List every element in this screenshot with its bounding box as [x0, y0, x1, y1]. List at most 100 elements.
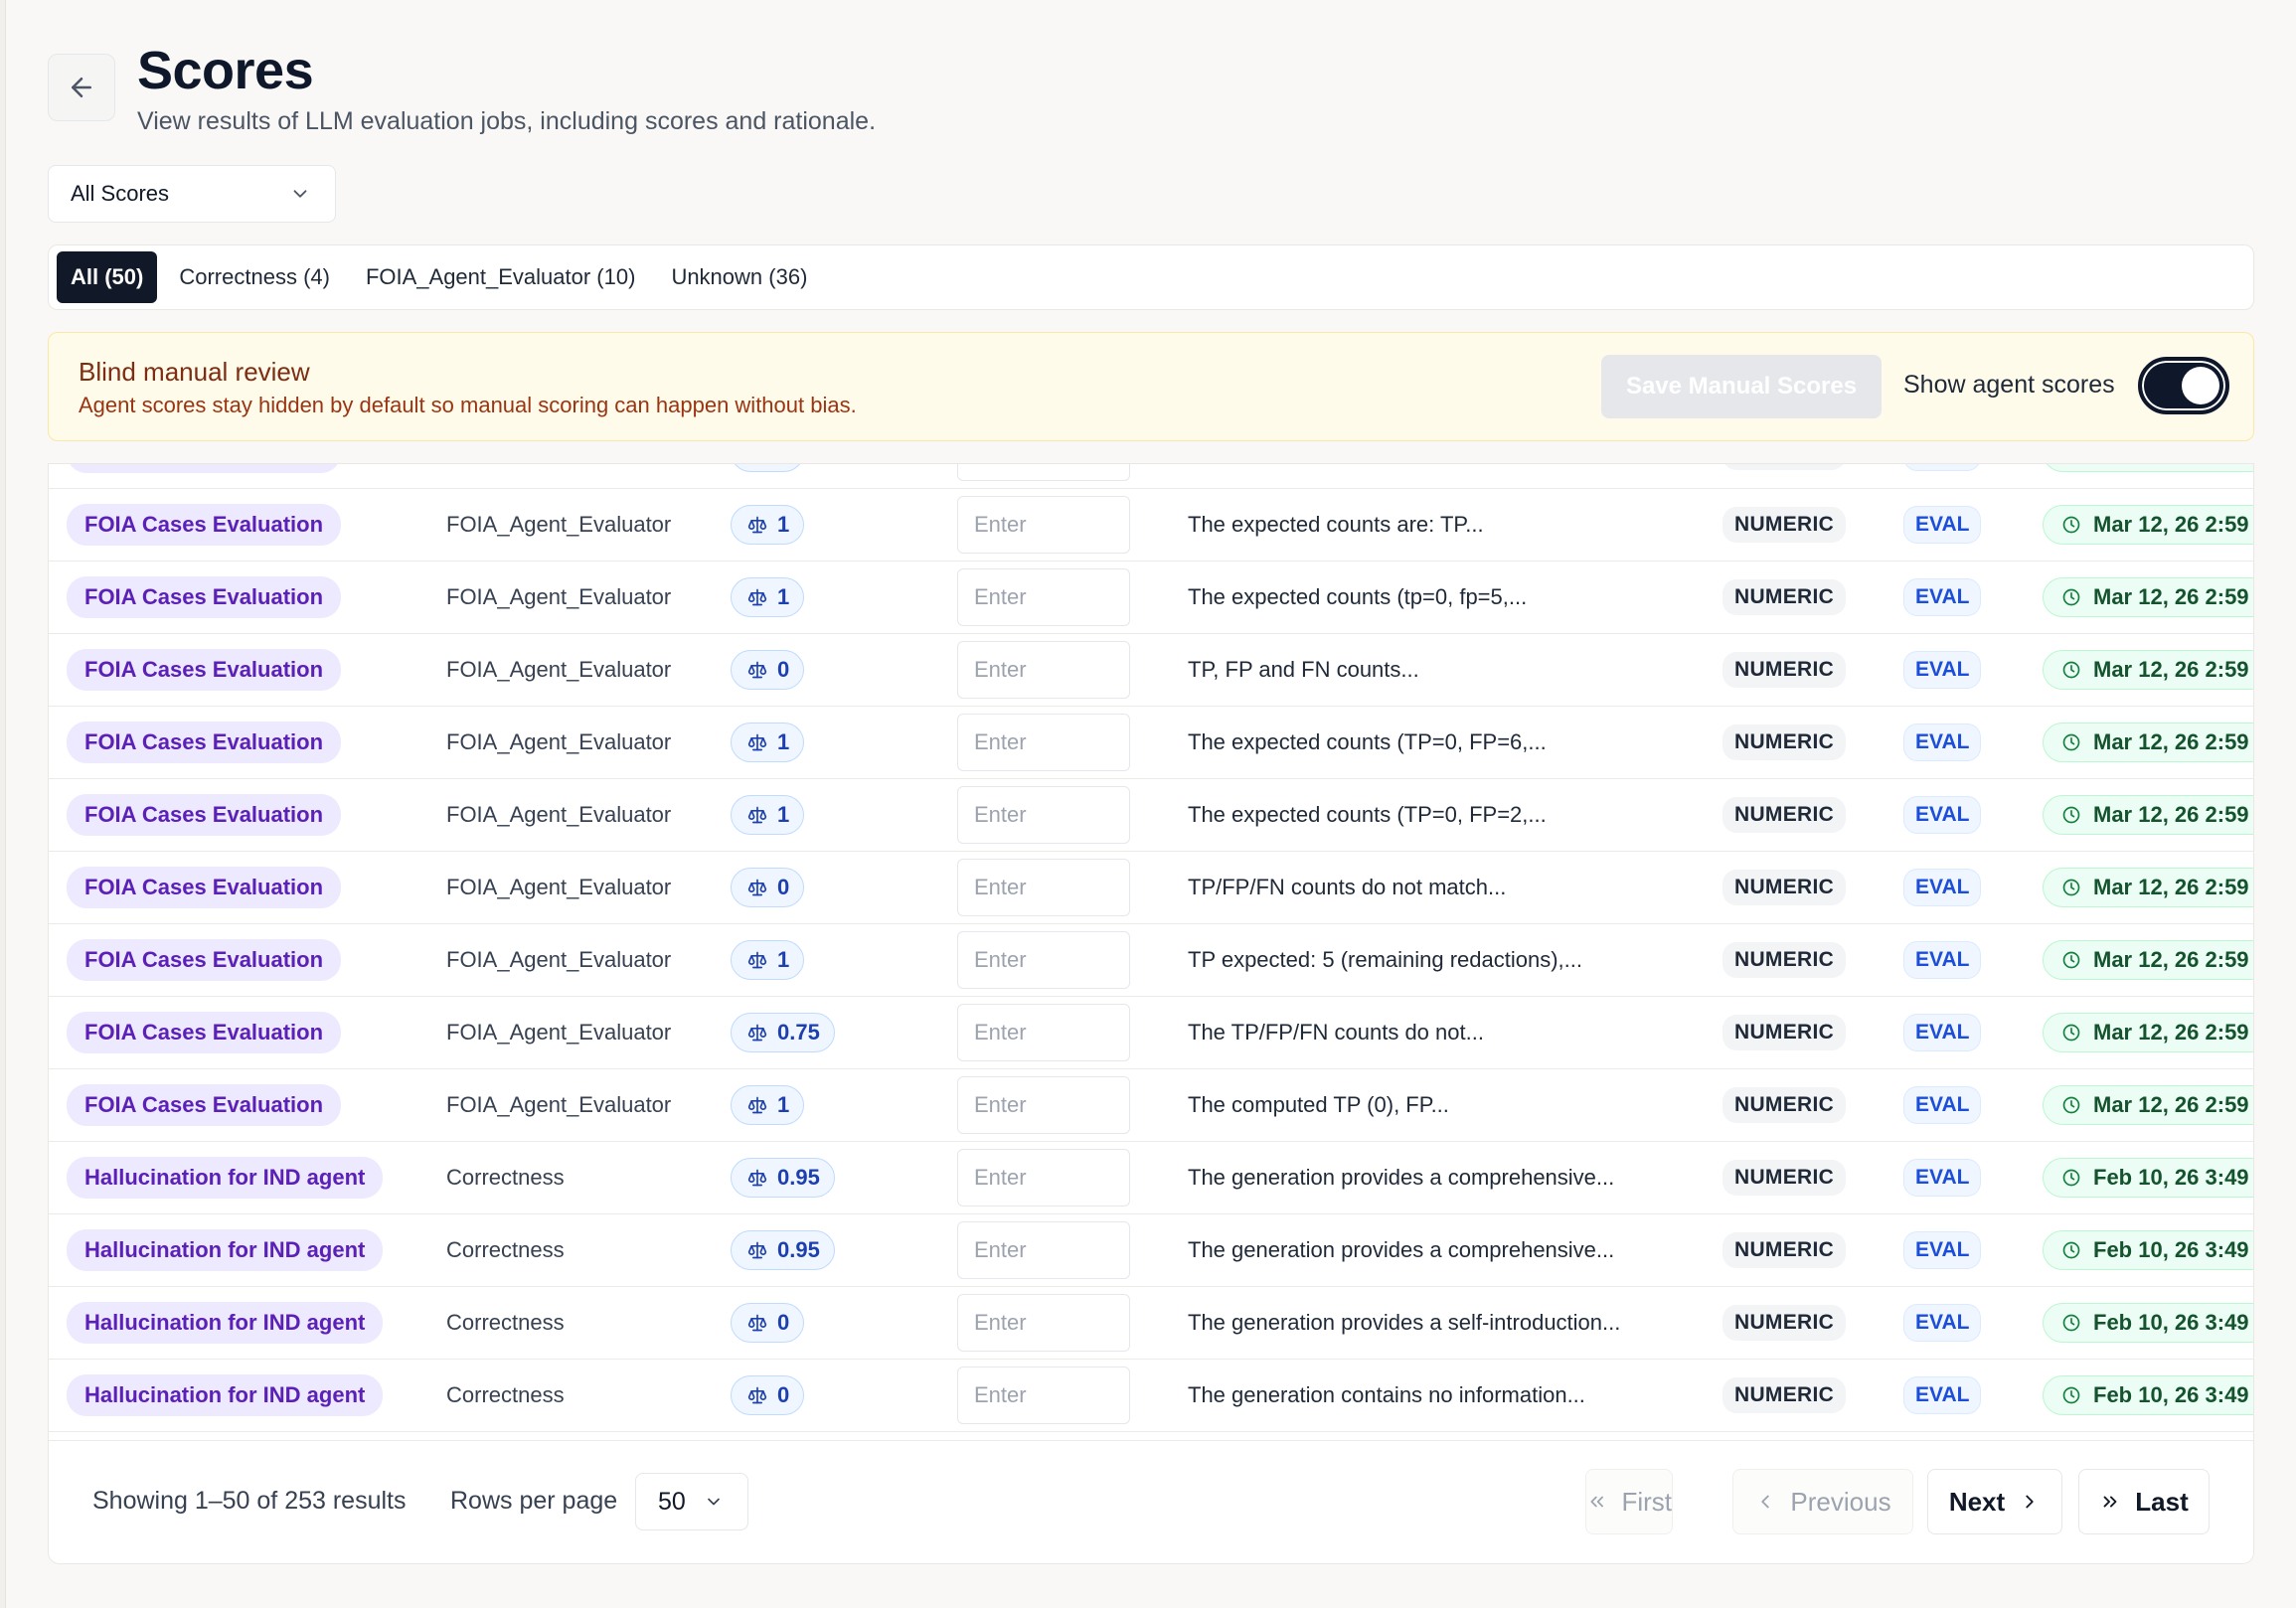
score-filter-select[interactable]: All Scores — [48, 165, 336, 223]
manual-score-input[interactable] — [957, 786, 1130, 844]
table-body[interactable]: FOIA Cases Evaluation FOIA_Agent_Evaluat… — [49, 464, 2253, 1432]
scale-icon — [747, 588, 767, 606]
source-tag-badge: EVAL — [1903, 869, 1982, 906]
score-name-badge[interactable]: FOIA Cases Evaluation — [67, 794, 342, 836]
score-name-badge[interactable]: FOIA Cases Evaluation — [67, 1012, 342, 1053]
score-name-badge[interactable]: FOIA Cases Evaluation — [67, 1084, 342, 1126]
clock-icon — [2062, 806, 2080, 824]
score-name-badge[interactable]: FOIA Cases Evaluation — [67, 504, 342, 546]
score-name-badge[interactable]: Hallucination for IND agent — [67, 1229, 384, 1271]
clock-icon — [2062, 516, 2080, 534]
tab-correctness[interactable]: Correctness (4) — [165, 251, 344, 303]
page-title: Scores — [137, 41, 314, 100]
source-tag-cell: EVAL — [1903, 779, 1982, 851]
source-tag-cell: EVAL — [1903, 464, 1982, 488]
score-name-badge[interactable]: FOIA Cases Evaluation — [67, 576, 342, 618]
scale-icon — [747, 1096, 767, 1114]
timestamp-value: Feb 10, 26 3:49 — [2093, 1237, 2249, 1262]
show-agent-scores-toggle[interactable] — [2138, 357, 2229, 414]
timestamp-badge: Mar 12, 26 2:59 — [2043, 505, 2253, 545]
clock-icon — [2062, 661, 2080, 679]
score-name-badge[interactable]: FOIA Cases Evaluation — [67, 464, 342, 473]
agent-score-badge: 0.95 — [731, 1158, 835, 1198]
manual-score-input[interactable] — [957, 1367, 1130, 1424]
score-name-cell: FOIA Cases Evaluation — [67, 489, 342, 561]
agent-score-value: 0 — [777, 875, 790, 899]
score-name-badge[interactable]: Hallucination for IND agent — [67, 1374, 384, 1416]
table-row: Hallucination for IND agent Correctness … — [49, 1360, 2253, 1432]
manual-score-input[interactable] — [957, 931, 1130, 989]
score-filter-value: All Scores — [71, 181, 170, 206]
chevrons-right-icon — [2103, 1496, 2117, 1508]
agent-score-badge: 1 — [731, 464, 805, 472]
agent-score-value: 1 — [777, 512, 790, 537]
score-name-badge[interactable]: FOIA Cases Evaluation — [67, 722, 342, 763]
manual-score-cell — [957, 562, 1130, 633]
data-type-badge: NUMERIC — [1722, 1305, 1847, 1341]
score-name-badge[interactable]: Hallucination for IND agent — [67, 1302, 384, 1344]
manual-score-cell — [957, 1142, 1130, 1213]
score-name-badge[interactable]: FOIA Cases Evaluation — [67, 939, 342, 981]
manual-score-input[interactable] — [957, 1149, 1130, 1206]
previous-page-button[interactable]: Previous — [1732, 1469, 1913, 1534]
timestamp-badge: Mar 12, 26 2:59 — [2043, 795, 2253, 835]
manual-score-input[interactable] — [957, 464, 1130, 481]
score-comment: The generation contains no information..… — [1188, 1382, 1585, 1407]
data-type-badge: NUMERIC — [1722, 1087, 1847, 1123]
table-row: FOIA Cases Evaluation FOIA_Agent_Evaluat… — [49, 1069, 2253, 1142]
source-tag-badge: EVAL — [1903, 941, 1982, 979]
back-button[interactable] — [48, 54, 115, 121]
source-tag-badge: EVAL — [1903, 1376, 1982, 1414]
score-name-badge[interactable]: FOIA Cases Evaluation — [67, 649, 342, 691]
evaluator-source: Correctness — [446, 1310, 565, 1335]
timestamp-cell: Mar 12, 26 2:59 — [2043, 779, 2253, 851]
data-type-cell: NUMERIC — [1722, 779, 1847, 851]
title-group: Scores View results of LLM evaluation jo… — [137, 40, 876, 136]
manual-score-input[interactable] — [957, 568, 1130, 626]
data-type-cell: NUMERIC — [1722, 562, 1847, 633]
arrow-left-icon — [72, 78, 91, 97]
tab-unknown[interactable]: Unknown (36) — [657, 251, 821, 303]
chevrons-left-icon — [1590, 1496, 1603, 1508]
tab-foia-agent-evaluator[interactable]: FOIA_Agent_Evaluator (10) — [352, 251, 649, 303]
source-tag-badge: EVAL — [1903, 578, 1982, 616]
clock-icon — [2062, 1024, 2080, 1042]
rows-per-page-value: 50 — [658, 1487, 686, 1516]
source-tag-badge: EVAL — [1903, 724, 1982, 761]
manual-score-input[interactable] — [957, 496, 1130, 554]
evaluator-source: Correctness — [446, 1165, 565, 1190]
score-name-badge[interactable]: FOIA Cases Evaluation — [67, 867, 342, 908]
data-type-badge: NUMERIC — [1722, 724, 1847, 760]
rows-per-page-select[interactable]: 50 — [635, 1473, 748, 1530]
manual-score-input[interactable] — [957, 1221, 1130, 1279]
agent-score-value: 1 — [777, 802, 790, 827]
table-row: FOIA Cases Evaluation FOIA_Agent_Evaluat… — [49, 852, 2253, 924]
evaluator-source: FOIA_Agent_Evaluator — [446, 512, 672, 537]
chevron-left-icon — [1761, 1495, 1770, 1509]
data-type-badge: NUMERIC — [1722, 870, 1847, 905]
agent-score-badge: 0.75 — [731, 1013, 835, 1052]
data-type-badge: NUMERIC — [1722, 507, 1847, 543]
timestamp-badge: Mar 12, 26 2:59 — [2043, 464, 2253, 472]
data-type-cell: NUMERIC — [1722, 997, 1847, 1068]
timestamp-value: Feb 10, 26 3:49 — [2093, 1310, 2249, 1335]
last-page-button[interactable]: Last — [2078, 1469, 2210, 1534]
next-page-button[interactable]: Next — [1927, 1469, 2062, 1534]
save-manual-scores-button[interactable]: Save Manual Scores — [1601, 355, 1882, 418]
manual-score-input[interactable] — [957, 1004, 1130, 1061]
manual-score-input[interactable] — [957, 1294, 1130, 1352]
evaluator-source: Correctness — [446, 1237, 565, 1262]
data-type-cell: NUMERIC — [1722, 924, 1847, 996]
timestamp-value: Mar 12, 26 2:59 — [2093, 464, 2249, 465]
evaluator-source: FOIA_Agent_Evaluator — [446, 802, 672, 827]
manual-score-input[interactable] — [957, 1076, 1130, 1134]
source-tag-cell: EVAL — [1903, 562, 1982, 633]
timestamp-cell: Feb 10, 26 3:49 — [2043, 1142, 2253, 1213]
manual-score-input[interactable] — [957, 641, 1130, 699]
score-name-badge[interactable]: Hallucination for IND agent — [67, 1157, 384, 1199]
timestamp-value: Mar 12, 26 2:59 — [2093, 1020, 2249, 1045]
manual-score-input[interactable] — [957, 859, 1130, 916]
manual-score-input[interactable] — [957, 714, 1130, 771]
tab-all[interactable]: All (50) — [57, 251, 158, 303]
first-page-button[interactable]: First — [1585, 1469, 1673, 1534]
